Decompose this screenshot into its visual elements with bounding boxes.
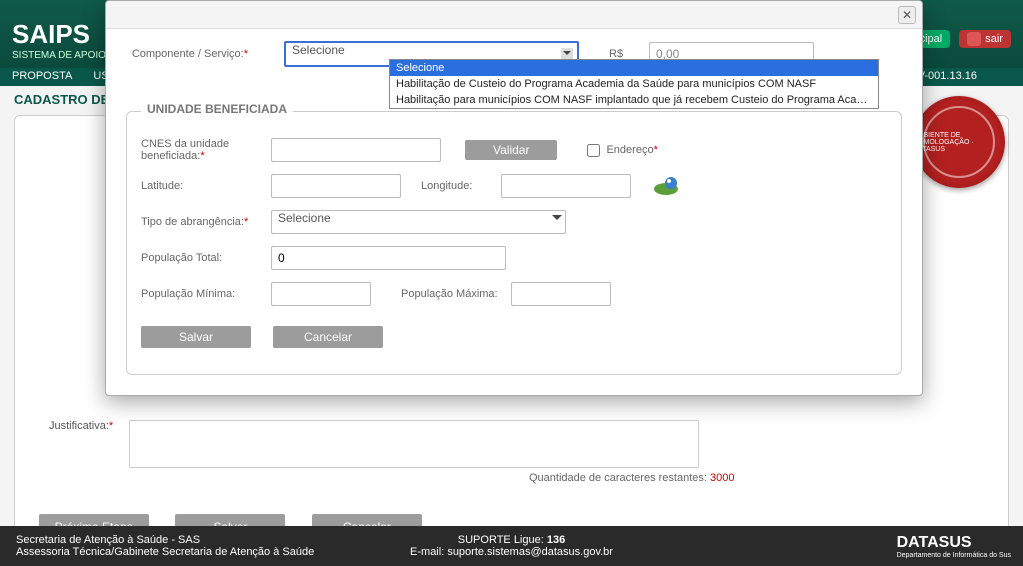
latitude-input[interactable]: [271, 174, 401, 198]
modal-header: ✕: [106, 1, 922, 29]
select-value: Selecione: [292, 43, 345, 57]
dropdown-option-selecione[interactable]: Selecione: [390, 60, 878, 76]
close-icon[interactable]: ✕: [898, 6, 916, 24]
latitude-label: Latitude:: [141, 180, 271, 192]
unidade-fieldset: UNIDADE BENEFICIADA CNES da unidade bene…: [126, 111, 902, 375]
label-text: CNES da unidade beneficiada:: [141, 138, 229, 162]
dropdown-option-hab1[interactable]: Habilitação de Custeio do Programa Acade…: [390, 76, 878, 92]
longitude-label: Longitude:: [421, 180, 501, 192]
modal-overlay: ✕ Componente / Serviço:* Selecione R$ Se…: [0, 0, 1023, 566]
label-text: Componente / Serviço:: [132, 48, 244, 60]
longitude-input[interactable]: [501, 174, 631, 198]
dropdown-option-hab2[interactable]: Habilitação para municípios COM NASF imp…: [390, 92, 878, 108]
popmax-label: População Máxima:: [401, 288, 511, 300]
endereco-checkbox[interactable]: [587, 144, 600, 157]
label-text: Tipo de abrangência:: [141, 216, 244, 228]
fieldset-legend: UNIDADE BENEFICIADA: [141, 102, 293, 116]
salvar-button[interactable]: Salvar: [141, 326, 251, 348]
map-icon[interactable]: [651, 175, 681, 197]
poptotal-input[interactable]: [271, 246, 506, 270]
componente-label: Componente / Serviço:*: [126, 48, 256, 60]
modal-dialog: ✕ Componente / Serviço:* Selecione R$ Se…: [105, 0, 923, 396]
cnes-input[interactable]: [271, 138, 441, 162]
poptotal-label: População Total:: [141, 252, 271, 264]
cnes-label: CNES da unidade beneficiada:*: [141, 138, 271, 162]
tipo-select[interactable]: Selecione: [271, 210, 566, 234]
label-text: Endereço: [606, 144, 653, 156]
endereco-label: Endereço*: [606, 144, 657, 156]
tipo-label: Tipo de abrangência:*: [141, 216, 271, 228]
cancelar-button[interactable]: Cancelar: [273, 326, 383, 348]
popmin-input[interactable]: [271, 282, 371, 306]
select-value: Selecione: [278, 211, 331, 225]
chevron-down-icon: [552, 215, 562, 225]
modal-body: Componente / Serviço:* Selecione R$ Sele…: [106, 29, 922, 375]
popmin-label: População Mínima:: [141, 288, 271, 300]
popmax-input[interactable]: [511, 282, 611, 306]
componente-dropdown[interactable]: Selecione Habilitação de Custeio do Prog…: [389, 59, 879, 109]
validar-button[interactable]: Validar: [465, 140, 557, 160]
